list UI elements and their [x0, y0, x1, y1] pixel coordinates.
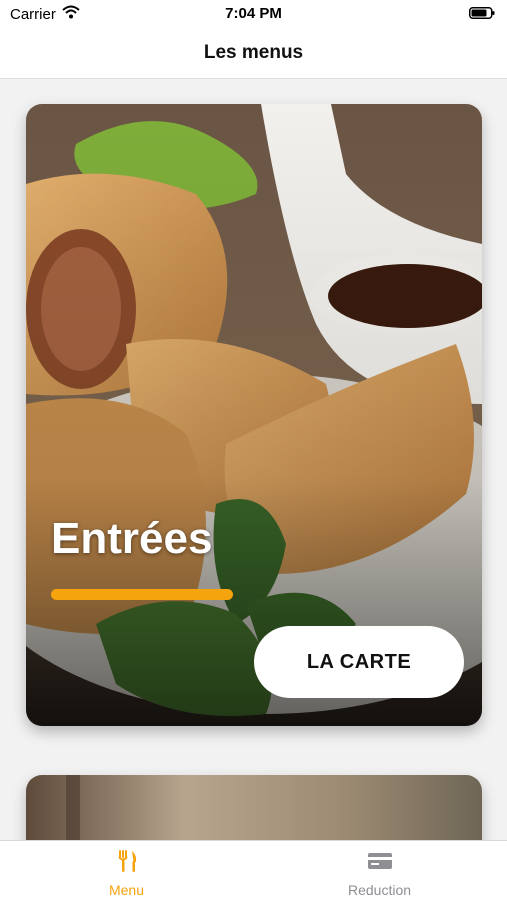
menu-list[interactable]: Entrées LA CARTE: [0, 79, 507, 840]
title-underline: [51, 589, 233, 600]
status-bar: Carrier 7:04 PM: [0, 0, 507, 30]
page-title: Les menus: [203, 42, 304, 63]
tab-menu[interactable]: Menu: [0, 841, 253, 901]
menu-card-entrees[interactable]: Entrées LA CARTE: [26, 104, 482, 726]
menu-card-2[interactable]: [26, 775, 482, 840]
tab-reduction-label: Reduction: [347, 882, 412, 898]
fork-knife-icon: [118, 850, 137, 872]
card-title: Entrées: [51, 514, 213, 563]
status-time: 7:04 PM: [225, 5, 282, 22]
tab-menu-label: Menu: [108, 882, 145, 898]
tab-bar: Menu Reduction: [0, 840, 507, 901]
battery-icon: [469, 7, 495, 19]
tab-reduction[interactable]: Reduction: [253, 841, 506, 901]
navigation-bar: Les menus: [0, 30, 507, 79]
la-carte-button[interactable]: LA CARTE: [254, 626, 464, 698]
food-photo: [26, 775, 482, 840]
credit-card-icon: [368, 853, 392, 869]
